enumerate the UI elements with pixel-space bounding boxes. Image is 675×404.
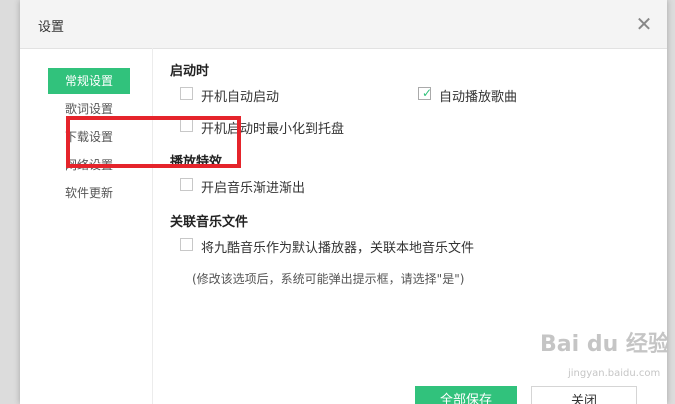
watermark-logo: Bai du 经验	[540, 332, 667, 357]
window-title: 设置	[38, 20, 65, 35]
close-button[interactable]: 关闭	[531, 386, 637, 404]
checkbox-fade[interactable]	[180, 178, 193, 191]
association-note: (修改该选项后，系统可能弹出提示框，请选择"是")	[192, 272, 465, 286]
title-bar: 设置 ✕	[20, 0, 667, 49]
option-autostart-label: 开机自动启动	[201, 90, 280, 105]
watermark-url: jingyan.baidu.com	[568, 368, 661, 379]
annotation-highlight-box	[66, 116, 241, 168]
sidebar-item-general[interactable]: 常规设置	[48, 68, 130, 94]
section-title-startup: 启动时	[170, 64, 210, 79]
checkbox-default-player[interactable]	[180, 238, 193, 251]
option-autoplay-label: 自动播放歌曲	[439, 90, 518, 105]
option-default-player[interactable]: 将九酷音乐作为默认播放器，关联本地音乐文件	[180, 237, 540, 256]
sidebar-divider	[152, 48, 153, 404]
sidebar-item-update[interactable]: 软件更新	[48, 180, 130, 206]
checkbox-autostart[interactable]	[180, 87, 193, 100]
option-default-player-label: 将九酷音乐作为默认播放器，关联本地音乐文件	[201, 241, 475, 256]
settings-sidebar: 常规设置 歌词设置 下载设置 网络设置 软件更新	[20, 48, 152, 404]
option-autostart[interactable]: 开机自动启动	[180, 86, 330, 105]
option-fade-label: 开启音乐渐进渐出	[201, 181, 306, 196]
close-icon[interactable]: ✕	[632, 12, 656, 36]
settings-dialog: 设置 ✕ 常规设置 歌词设置 下载设置 网络设置 软件更新 启动时 开机自动启动…	[20, 0, 667, 404]
option-autoplay[interactable]: ✓ 自动播放歌曲	[418, 86, 568, 105]
checkbox-autoplay[interactable]: ✓	[418, 86, 433, 100]
option-fade[interactable]: 开启音乐渐进渐出	[180, 177, 340, 196]
checkmark-icon: ✓	[422, 86, 433, 100]
save-all-button[interactable]: 全部保存	[415, 386, 517, 404]
section-title-association: 关联音乐文件	[170, 215, 249, 230]
